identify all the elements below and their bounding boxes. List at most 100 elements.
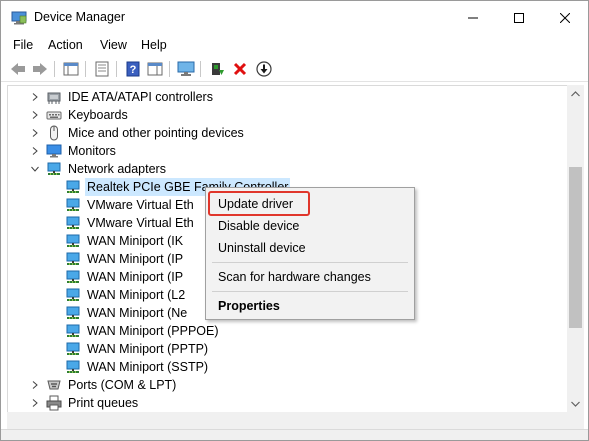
- network-adapter-icon: [65, 287, 81, 303]
- keyboard-icon: [46, 107, 62, 123]
- tree-item-label: Monitors: [68, 144, 116, 158]
- action-pane-button[interactable]: [146, 60, 164, 78]
- context-menu: Update driver Disable device Uninstall d…: [205, 187, 415, 320]
- forward-arrow-icon: [33, 63, 47, 75]
- back-arrow-icon: [11, 63, 25, 75]
- expand-chevron-icon[interactable]: [30, 142, 40, 160]
- network-adapter-icon: [65, 251, 81, 267]
- device-manager-app-icon: [11, 11, 27, 25]
- properties-button[interactable]: [93, 60, 111, 78]
- menu-view[interactable]: View: [100, 38, 127, 52]
- scrollbar-thumb[interactable]: [569, 167, 582, 328]
- network-adapter-icon: [65, 233, 81, 249]
- toolbar-separator: [116, 61, 117, 77]
- tree-device-wan-miniport-pptp[interactable]: WAN Miniport (PPTP): [8, 340, 548, 358]
- toolbar-separator: [85, 61, 86, 77]
- menu-file[interactable]: File: [13, 38, 33, 52]
- expand-chevron-icon[interactable]: [30, 376, 40, 394]
- enable-device-button[interactable]: [255, 60, 273, 78]
- close-icon: [560, 12, 570, 23]
- tree-item-label: Print queues: [68, 396, 139, 410]
- scan-hardware-button[interactable]: [177, 60, 195, 78]
- menu-action[interactable]: Action: [48, 38, 83, 52]
- ctx-properties-label: Properties: [218, 299, 280, 313]
- horizontal-scroll-area: [7, 412, 584, 429]
- ctx-separator: [212, 262, 408, 263]
- collapse-chevron-icon[interactable]: [30, 160, 40, 178]
- maximize-icon: [514, 12, 524, 23]
- status-bar: [1, 429, 588, 440]
- network-adapter-icon: [65, 341, 81, 357]
- tree-category-network-adapters[interactable]: Network adapters: [8, 160, 548, 178]
- update-driver-icon: [212, 63, 224, 75]
- ctx-separator: [212, 291, 408, 292]
- tree-device-wan-miniport-pppoe[interactable]: WAN Miniport (PPPOE): [8, 322, 548, 340]
- tree-item-label: VMware Virtual Eth: [87, 198, 194, 212]
- network-adapter-icon: [65, 305, 81, 321]
- tree-device-wan-miniport-sstp[interactable]: WAN Miniport (SSTP): [8, 358, 548, 376]
- ctx-uninstall-device-label: Uninstall device: [218, 241, 306, 255]
- menu-bar: File Action View Help: [1, 34, 588, 56]
- tree-category-keyboards[interactable]: Keyboards: [8, 106, 548, 124]
- tree-item-label: Ports (COM & LPT): [68, 378, 177, 392]
- tree-item-label: Network adapters: [68, 162, 166, 176]
- expand-chevron-icon[interactable]: [30, 106, 40, 124]
- scroll-up-button[interactable]: [567, 85, 584, 102]
- minimize-icon: [468, 17, 478, 18]
- ctx-scan-hardware[interactable]: Scan for hardware changes: [206, 266, 414, 288]
- ctx-scan-hardware-label: Scan for hardware changes: [218, 270, 371, 284]
- monitor-scan-icon: [177, 61, 195, 76]
- show-hide-console-tree-button[interactable]: [62, 60, 80, 78]
- toolbar-separator: [54, 61, 55, 77]
- network-adapter-icon: [65, 197, 81, 213]
- close-button[interactable]: [542, 1, 588, 34]
- help-button[interactable]: ?: [124, 60, 142, 78]
- red-x-icon: [233, 62, 247, 76]
- tree-item-label: WAN Miniport (SSTP): [87, 360, 209, 374]
- printer-icon: [46, 395, 62, 411]
- help-book-icon: ?: [126, 61, 140, 77]
- device-manager-window: Device Manager File Action View Help ? I…: [0, 0, 589, 441]
- uninstall-device-button[interactable]: [231, 60, 249, 78]
- tree-item-label: IDE ATA/ATAPI controllers: [68, 90, 213, 104]
- toolbar-separator: [200, 61, 201, 77]
- menu-help[interactable]: Help: [141, 38, 167, 52]
- tree-category-monitors[interactable]: Monitors: [8, 142, 548, 160]
- tree-item-label: Mice and other pointing devices: [68, 126, 244, 140]
- tree-category-mice-and-other-pointing-devices[interactable]: Mice and other pointing devices: [8, 124, 548, 142]
- tree-item-label: WAN Miniport (PPTP): [87, 342, 209, 356]
- update-driver-button[interactable]: [208, 60, 226, 78]
- network-adapter-icon: [65, 269, 81, 285]
- toolbar: ?: [1, 56, 588, 82]
- network-adapter-icon: [65, 359, 81, 375]
- network-adapter-icon: [65, 179, 81, 195]
- ctx-uninstall-device[interactable]: Uninstall device: [206, 237, 414, 259]
- network-adapter-icon: [65, 215, 81, 231]
- forward-button[interactable]: [31, 60, 49, 78]
- expand-chevron-icon[interactable]: [30, 124, 40, 142]
- port-icon: [46, 377, 62, 393]
- minimize-button[interactable]: [450, 1, 496, 34]
- network-adapter-icon: [46, 161, 62, 177]
- scroll-down-button[interactable]: [567, 395, 584, 412]
- expand-chevron-icon[interactable]: [30, 394, 40, 412]
- back-button[interactable]: [9, 60, 27, 78]
- download-circle-icon: [256, 61, 272, 77]
- toolbar-separator: [169, 61, 170, 77]
- ctx-properties[interactable]: Properties: [206, 295, 414, 317]
- ctx-disable-device[interactable]: Disable device: [206, 215, 414, 237]
- expand-chevron-icon[interactable]: [30, 88, 40, 106]
- tree-category-ports-com-lpt[interactable]: Ports (COM & LPT): [8, 376, 548, 394]
- title-bar: Device Manager: [1, 1, 588, 34]
- tree-category-ide-ata-atapi-controllers[interactable]: IDE ATA/ATAPI controllers: [8, 88, 548, 106]
- scroll-up-arrow-icon: [571, 90, 580, 96]
- vertical-scrollbar[interactable]: [567, 85, 584, 412]
- tree-item-label: VMware Virtual Eth: [87, 216, 194, 230]
- monitor-icon: [46, 143, 62, 159]
- tree-item-label: WAN Miniport (IP: [87, 270, 184, 284]
- mouse-icon: [46, 125, 62, 141]
- tree-category-print-queues[interactable]: Print queues: [8, 394, 548, 412]
- ide-controller-icon: [46, 89, 62, 105]
- network-adapter-icon: [65, 323, 81, 339]
- maximize-button[interactable]: [496, 1, 542, 34]
